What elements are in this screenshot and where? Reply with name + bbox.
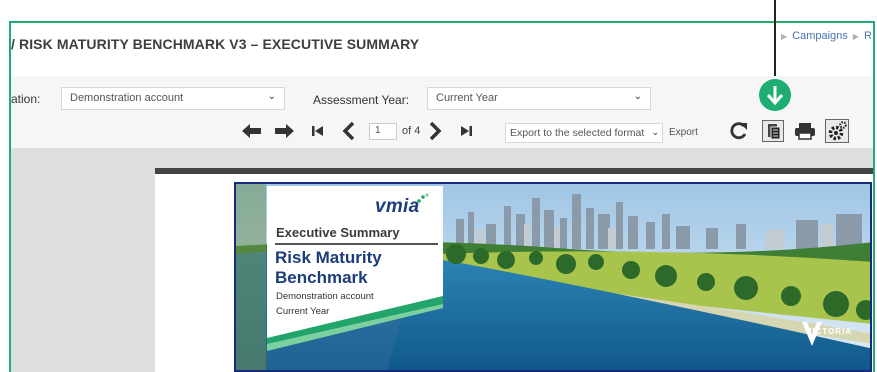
report-title-line2: Benchmark [275, 268, 368, 287]
victoria-logo-text: VICTORIA [806, 327, 853, 336]
report-year: Current Year [276, 306, 330, 317]
assessment-year-select[interactable]: Current Year ⌄ [427, 87, 651, 110]
export-format-value: Export to the selected format [510, 127, 645, 139]
export-format-select[interactable]: Export to the selected format ⌄ [505, 123, 663, 143]
vmia-logo: vmia [375, 196, 420, 217]
report-title-line1: Risk Maturity [275, 248, 382, 267]
page-title: / RISK MATURITY BENCHMARK V3 – EXECUTIVE… [11, 36, 420, 52]
vmia-logo-mark-icon [417, 193, 429, 203]
total-pages-label: of 4 [402, 125, 421, 137]
breadcrumb: ▶ Campaigns ▶ R [781, 30, 871, 42]
arrow-right-icon[interactable] [275, 123, 295, 139]
report-account: Demonstration account [276, 291, 374, 302]
arrow-left-icon[interactable] [242, 123, 262, 139]
section-divider [275, 243, 438, 245]
report-title: Risk Maturity Benchmark [275, 248, 435, 288]
section-title: Executive Summary [276, 225, 400, 240]
assessment-year-label: Assessment Year: [313, 93, 410, 107]
settings-icon [828, 121, 847, 141]
document-layout-button[interactable] [762, 120, 784, 142]
document-icon [768, 124, 781, 140]
refresh-icon[interactable] [729, 121, 749, 141]
breadcrumb-separator-icon: ▶ [852, 31, 859, 41]
app-root: / RISK MATURITY BENCHMARK V3 – EXECUTIVE… [0, 0, 877, 372]
breadcrumb-separator-icon: ▶ [781, 31, 788, 41]
settings-button[interactable] [825, 119, 849, 143]
report-page-top-rule [155, 168, 873, 174]
organisation-select-value: Demonstration account [70, 92, 184, 104]
chevron-down-icon: ⌄ [651, 127, 659, 137]
callout-pointer-line [774, 0, 776, 82]
callout-marker [759, 79, 791, 111]
assessment-year-select-value: Current Year [436, 92, 498, 104]
chevron-down-icon: ⌄ [267, 91, 276, 102]
chevron-right-icon[interactable] [428, 121, 442, 141]
chevron-down-icon: ⌄ [633, 91, 642, 102]
export-button[interactable]: Export [669, 127, 698, 138]
organisation-label: ation: [11, 92, 41, 106]
last-page-icon[interactable] [459, 124, 473, 138]
page-number-input[interactable]: 1 [369, 123, 397, 140]
breadcrumb-campaigns[interactable]: Campaigns [792, 30, 848, 42]
organisation-select[interactable]: Demonstration account ⌄ [61, 87, 285, 110]
breadcrumb-next[interactable]: R [864, 30, 871, 42]
chevron-left-icon[interactable] [342, 121, 356, 141]
first-page-icon[interactable] [311, 124, 325, 138]
arrow-down-callout-icon [766, 86, 784, 106]
print-icon[interactable] [794, 121, 816, 141]
